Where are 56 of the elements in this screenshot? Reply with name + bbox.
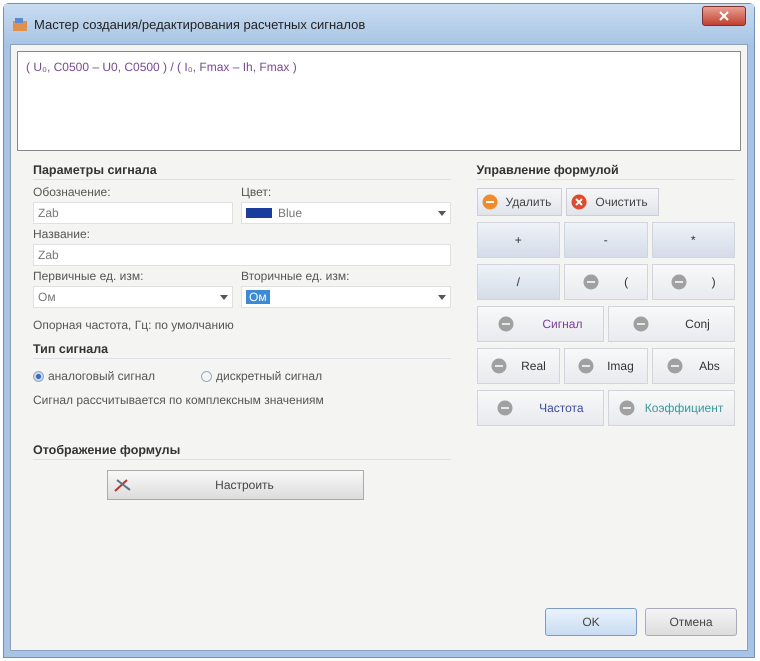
formula-field[interactable]: ( U₀, C0500 – U0, C0500 ) / ( I₀, Fmax – Ih, Fmax ) (17, 51, 741, 151)
formula-button[interactable]: Abs (652, 348, 735, 384)
minus-circle-icon (619, 400, 636, 416)
minus-circle-icon (666, 358, 683, 374)
cross-circle-icon (571, 194, 588, 210)
formula-button[interactable]: Real (476, 348, 560, 384)
close-icon (719, 11, 729, 21)
delete-button[interactable]: Удалить (476, 188, 562, 216)
radio-option[interactable]: дискретный сигнал (201, 369, 322, 383)
section-heading: Отображение формулы (33, 441, 451, 460)
ok-button[interactable]: OK (545, 608, 637, 636)
window-title: Мастер создания/редактирования расчетных сигналов (34, 16, 366, 32)
reference-frequency-text: Опорная частота, Гц: по умолчанию (33, 317, 235, 334)
section-heading: Тип сигнала (33, 340, 451, 359)
minus-circle-icon (670, 274, 687, 290)
formula-button[interactable]: ( (564, 264, 648, 300)
formula-button[interactable]: + (476, 222, 560, 258)
field-label: Название: (33, 226, 91, 243)
close-button[interactable] (702, 6, 746, 26)
field-label: Вторичные ед. изм: (241, 268, 350, 285)
minus-circle-icon (632, 316, 649, 332)
minus-circle-icon (583, 274, 600, 290)
note-text: Сигнал рассчитывается по комплексным значениям (33, 392, 325, 409)
formula-text: ( U₀, C0500 – U0, C0500 ) / ( I₀, Fmax – Ih, Fmax ) (26, 60, 297, 74)
minus-circle-icon (498, 316, 514, 332)
dropdown-arrow-icon (438, 210, 446, 216)
section-heading: Параметры сигнала (33, 161, 451, 180)
formula-button[interactable]: ) (652, 264, 735, 300)
tools-icon (114, 478, 132, 492)
minus-circle-icon (490, 358, 507, 374)
dropdown-arrow-icon (220, 294, 228, 300)
color-dropdown[interactable]: Blue (241, 202, 451, 224)
designation-field[interactable]: Zab (33, 202, 233, 224)
name-field[interactable]: Zab (33, 244, 451, 266)
formula-button[interactable]: Conj (608, 306, 735, 342)
primary-units-dropdown[interactable]: Ом (33, 286, 233, 308)
field-label: Первичные ед. изм: (33, 268, 144, 285)
cancel-button[interactable]: Отмена (645, 608, 737, 636)
minus-circle-icon (578, 358, 594, 374)
formula-button[interactable]: Частота (476, 390, 604, 426)
field-label: Цвет: (241, 184, 272, 201)
clear-button[interactable]: Очистить (566, 188, 659, 216)
secondary-units-dropdown[interactable]: Ом (241, 286, 451, 308)
formula-button[interactable]: / (476, 264, 560, 300)
minus-circle-icon (482, 194, 498, 210)
radio-option[interactable]: аналоговый сигнал (33, 369, 155, 383)
field-label: Обозначение: (33, 184, 112, 201)
formula-button[interactable]: Imag (564, 348, 648, 384)
formula-button[interactable]: Сигнал (476, 306, 604, 342)
section-heading: Управление формулой (476, 161, 735, 180)
minus-circle-icon (496, 400, 513, 416)
configure-button[interactable]: Настроить (107, 470, 364, 500)
dropdown-arrow-icon (438, 294, 446, 300)
formula-button[interactable]: - (564, 222, 648, 258)
app-icon (12, 16, 28, 32)
formula-button[interactable]: * (652, 222, 735, 258)
